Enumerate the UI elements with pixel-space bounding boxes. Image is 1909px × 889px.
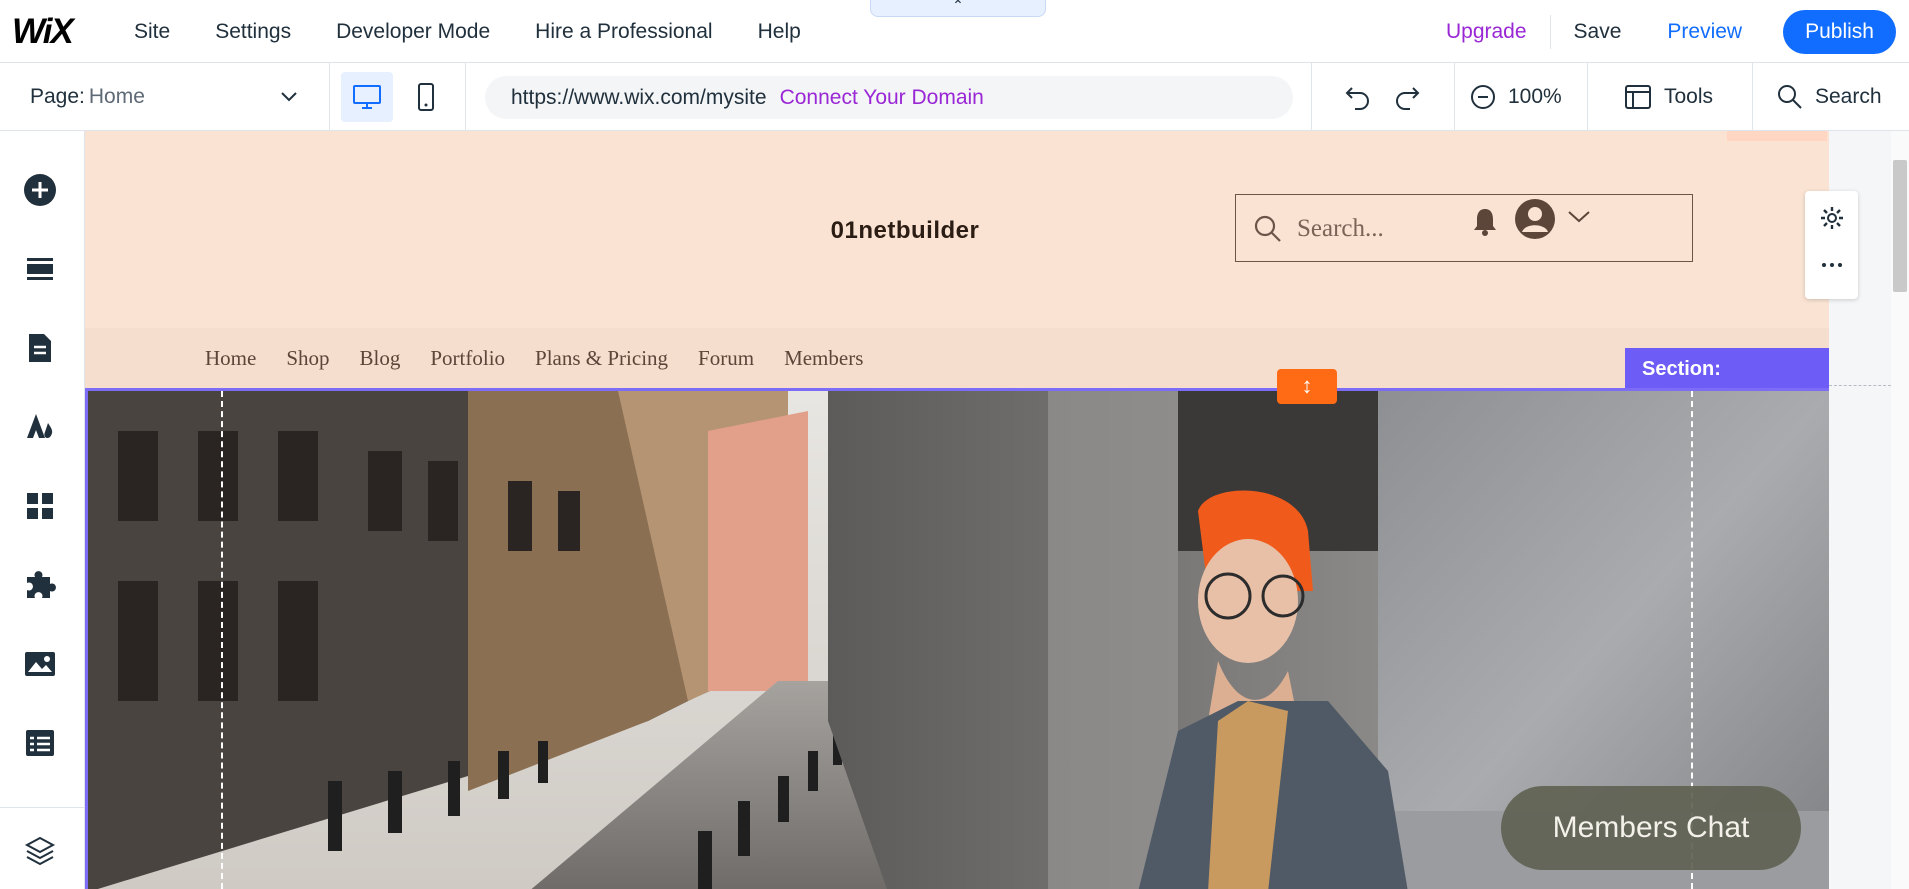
menu-help[interactable]: Help (758, 20, 801, 44)
site-url-bar[interactable]: https://www.wix.com/mysite Connect Your … (485, 76, 1293, 119)
left-sidebar (0, 131, 85, 889)
chevron-down-icon[interactable] (1566, 205, 1592, 227)
nav-blog[interactable]: Blog (360, 346, 401, 371)
editor-canvas[interactable]: 01netbuilder Search... Home Shop Blog Po… (85, 131, 1829, 889)
divider (1311, 63, 1312, 131)
divider (0, 807, 85, 808)
section-guide-line (1829, 385, 1891, 386)
menu-settings[interactable]: Settings (215, 20, 291, 44)
top-actions: Upgrade Save Preview Publish (1423, 0, 1909, 63)
nav-members[interactable]: Members (784, 346, 863, 371)
site-url: https://www.wix.com/mysite (511, 85, 767, 109)
search-icon (1254, 215, 1281, 242)
save-button[interactable]: Save (1551, 20, 1645, 44)
cms-button[interactable] (20, 723, 60, 763)
grid-guide-left (221, 391, 223, 889)
header-indicator (1727, 131, 1827, 141)
site-search-bar[interactable]: Search... (1235, 194, 1693, 262)
main-menu: Site Settings Developer Mode Hire a Prof… (134, 0, 801, 63)
nav-shop[interactable]: Shop (286, 346, 329, 371)
members-chat-button[interactable]: Members Chat (1501, 786, 1801, 870)
top-bar: WiX Site Settings Developer Mode Hire a … (0, 0, 1909, 63)
divider (1587, 63, 1588, 131)
mobile-icon (418, 83, 434, 111)
collapse-toolbar-tab[interactable]: ⌃ (870, 0, 1046, 17)
wix-logo[interactable]: WiX (12, 12, 74, 52)
floating-panel (1805, 191, 1858, 299)
apps-icon (27, 493, 53, 519)
gear-icon[interactable] (1819, 205, 1845, 231)
page-label: Page: (30, 85, 85, 108)
divider (1752, 63, 1753, 131)
layers-icon (24, 836, 56, 866)
avatar-icon[interactable] (1514, 198, 1556, 240)
nav-plans-pricing[interactable]: Plans & Pricing (535, 346, 668, 371)
publish-button[interactable]: Publish (1783, 9, 1896, 54)
undo-button[interactable] (1343, 63, 1385, 131)
redo-button[interactable] (1392, 63, 1434, 131)
search-button[interactable]: Search (1777, 63, 1882, 131)
zoom-out-icon (1471, 85, 1495, 109)
site-navigation: Home Shop Blog Portfolio Plans & Pricing… (85, 328, 1829, 388)
upgrade-button[interactable]: Upgrade (1423, 20, 1550, 44)
menu-developer-mode[interactable]: Developer Mode (336, 20, 490, 44)
redo-icon (1396, 87, 1420, 110)
add-elements-button[interactable] (20, 170, 60, 210)
divider (329, 63, 330, 131)
layers-button[interactable] (20, 831, 60, 871)
search-icon (1778, 85, 1802, 109)
search-placeholder: Search... (1297, 215, 1384, 242)
search-label: Search (1815, 85, 1882, 108)
undo-icon (1345, 87, 1369, 110)
nav-forum[interactable]: Forum (698, 346, 754, 371)
nav-home[interactable]: Home (205, 346, 256, 371)
add-icon (24, 174, 56, 206)
bell-icon[interactable] (1470, 205, 1500, 239)
chevron-up-icon: ⌃ (952, 0, 964, 13)
mobile-view-button[interactable] (400, 72, 452, 122)
zoom-control[interactable]: 100% (1470, 63, 1562, 131)
tools-button[interactable]: Tools (1624, 63, 1713, 131)
divider (1454, 63, 1455, 131)
divider (465, 63, 466, 131)
tools-icon (1625, 85, 1651, 109)
page-selector[interactable]: Page: Home (30, 63, 300, 131)
media-button[interactable] (20, 644, 60, 684)
business-tools-button[interactable] (20, 565, 60, 605)
desktop-icon (353, 85, 381, 109)
pages-icon (29, 334, 51, 362)
design-icon (27, 414, 53, 439)
puzzle-icon (27, 571, 56, 598)
add-section-button[interactable] (20, 249, 60, 289)
scrollbar-thumb[interactable] (1893, 160, 1907, 292)
section-resize-handle[interactable]: ↕ (1277, 369, 1337, 404)
more-icon[interactable] (1821, 261, 1843, 269)
desktop-view-button[interactable] (341, 72, 393, 122)
chevron-down-icon (281, 92, 297, 102)
nav-portfolio[interactable]: Portfolio (430, 346, 505, 371)
menu-hire-professional[interactable]: Hire a Professional (535, 20, 712, 44)
table-icon (26, 730, 54, 756)
editor-toolbar: Page: Home https://www.wix.com/mysite Co… (0, 63, 1909, 131)
page-value: Home (88, 85, 145, 108)
connect-domain-link[interactable]: Connect Your Domain (780, 86, 984, 110)
site-design-button[interactable] (20, 407, 60, 447)
tools-label: Tools (1664, 85, 1714, 108)
sections-icon (27, 258, 53, 280)
add-apps-button[interactable] (20, 486, 60, 526)
section-label[interactable]: Section: Welcome (1625, 348, 1829, 422)
site-menu: Home Shop Blog Portfolio Plans & Pricing… (205, 328, 863, 388)
image-icon (25, 652, 55, 676)
pages-button[interactable] (20, 328, 60, 368)
zoom-level: 100% (1508, 85, 1562, 108)
menu-site[interactable]: Site (134, 20, 170, 44)
site-header[interactable]: 01netbuilder Search... (85, 131, 1829, 328)
preview-button[interactable]: Preview (1644, 20, 1765, 44)
